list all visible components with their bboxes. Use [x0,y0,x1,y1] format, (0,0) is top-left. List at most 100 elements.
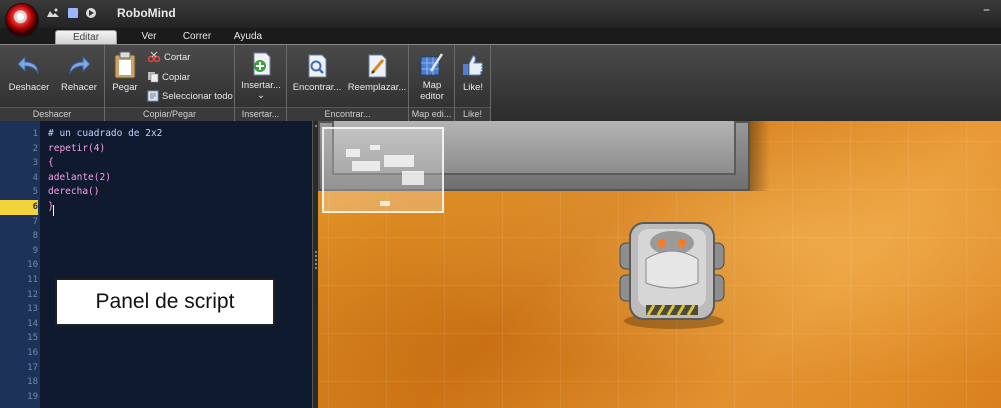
line-number: 19 [27,391,38,402]
group-map-editor: Map editor Map edi... [409,45,455,121]
map-editor-icon [420,53,444,76]
line-number: 12 [27,289,38,300]
line-number: 13 [27,304,38,315]
code-line[interactable]: derecha() [48,185,99,200]
like-button[interactable]: Like! [456,53,490,93]
splitter-grip [315,251,317,253]
cut-label: Cortar [164,52,191,63]
scissors-icon [147,52,161,63]
code-line[interactable]: repetir(4) [48,142,105,157]
script-panel-callout: Panel de script [55,278,275,326]
select-all-button[interactable]: Seleccionar todo [147,89,233,105]
line-number: 17 [27,362,38,373]
replace-label: Reemplazar... [347,82,407,93]
line-number: 7 [32,216,38,227]
select-all-icon [147,90,159,102]
line-number: 2 [32,143,38,154]
line-number: 10 [27,260,38,271]
map-view[interactable] [318,121,1001,408]
line-number-gutter: 1 2 3 4 5 6 7 8 9 10 11 12 13 14 15 16 1… [0,121,40,408]
robot [619,222,725,329]
save-icon[interactable] [46,7,60,19]
group-deshacer: Deshacer Rehacer Deshacer [0,45,105,121]
tab-editar[interactable]: Editar [55,30,117,45]
paste-label: Pegar [112,82,138,93]
script-panel[interactable]: 1 2 3 4 5 6 7 8 9 10 11 12 13 14 15 16 1… [0,121,312,408]
redo-button[interactable]: Rehacer [56,53,102,93]
group-insertar: Insertar... ⌄ Insertar... [235,45,287,121]
find-label: Encontrar... [292,82,342,93]
minimap-block [352,161,380,171]
minimap-block [370,145,380,150]
map-editor-label-line1: Map [422,80,442,91]
window-title: RoboMind [117,6,176,20]
copy-icon [148,72,159,83]
line-number: 11 [27,275,38,285]
code-line[interactable]: { [48,156,54,171]
text-caret [53,205,54,216]
cut-button[interactable]: Cortar [147,50,190,66]
run-icon[interactable] [84,7,98,19]
line-number: 18 [27,377,38,388]
map-editor-label-line2: editor [420,91,444,102]
line-number: 1 [32,129,38,139]
line-number: 16 [27,348,38,358]
wall-shadow [750,121,770,191]
line-number: 3 [32,158,38,169]
group-encontrar: Encontrar... Reemplazar... Encontrar... [287,45,409,121]
minimap-block [384,155,414,167]
line-number: 4 [32,172,38,183]
replace-button[interactable]: Reemplazar... [347,53,407,93]
group-copiar-pegar: Pegar Cortar Copiar Seleccionar todo Cop… [105,45,235,121]
line-number: 5 [32,187,38,198]
thumbs-up-icon [463,55,483,76]
splitter-grip [315,255,317,257]
copy-button[interactable]: Copiar [147,70,190,86]
line-number: 14 [27,318,38,329]
group-label-insertar: Insertar... [235,107,286,121]
undo-label: Deshacer [8,82,50,93]
find-icon [308,54,327,78]
app-menu-button[interactable] [6,4,38,36]
like-label: Like! [462,82,484,93]
undo-icon [17,55,39,75]
group-label-like: Like! [455,107,490,121]
group-label-copiar-pegar: Copiar/Pegar [105,107,234,121]
stop-icon[interactable] [66,7,80,19]
splitter-grip [315,267,317,269]
map-editor-button[interactable]: Map editor [411,51,453,102]
minimap-block [402,171,424,185]
group-label-deshacer: Deshacer [0,107,104,121]
splitter-grip [315,263,317,265]
minimap-overlay[interactable] [322,127,444,213]
line-number: 15 [27,333,38,344]
line-number-active: 6 [0,200,38,215]
splitter-arrow-icon [315,125,317,127]
ribbon: Deshacer Rehacer Deshacer Pegar Cortar C… [0,44,1001,122]
select-all-label: Seleccionar todo [162,91,233,102]
find-button[interactable]: Encontrar... [289,53,345,93]
splitter-grip [315,259,317,261]
clipboard-icon [114,51,136,79]
code-line[interactable]: adelante(2) [48,171,111,186]
minimap-robot-marker [380,201,390,206]
group-label-encontrar: Encontrar... [287,107,408,121]
copy-label: Copiar [162,72,190,83]
line-number: 9 [32,245,38,256]
group-label-map-editor: Map edi... [409,107,454,121]
tab-ver[interactable]: Ver [132,30,166,44]
undo-button[interactable]: Deshacer [4,53,54,93]
tab-ayuda[interactable]: Ayuda [228,30,268,44]
replace-icon [368,54,387,78]
minimap-block [346,149,360,157]
line-number: 8 [32,231,38,242]
minimize-button[interactable]: – [983,3,990,17]
insert-icon [253,52,271,76]
insert-button[interactable]: Insertar... ⌄ [237,51,285,101]
redo-icon [69,55,91,75]
title-bar: RoboMind – [0,0,1001,36]
tab-correr[interactable]: Correr [176,30,218,44]
paste-button[interactable]: Pegar [109,51,141,93]
code-line[interactable]: # un cuadrado de 2x2 [48,127,162,142]
insert-dropdown-chevron[interactable]: ⌄ [237,91,285,101]
